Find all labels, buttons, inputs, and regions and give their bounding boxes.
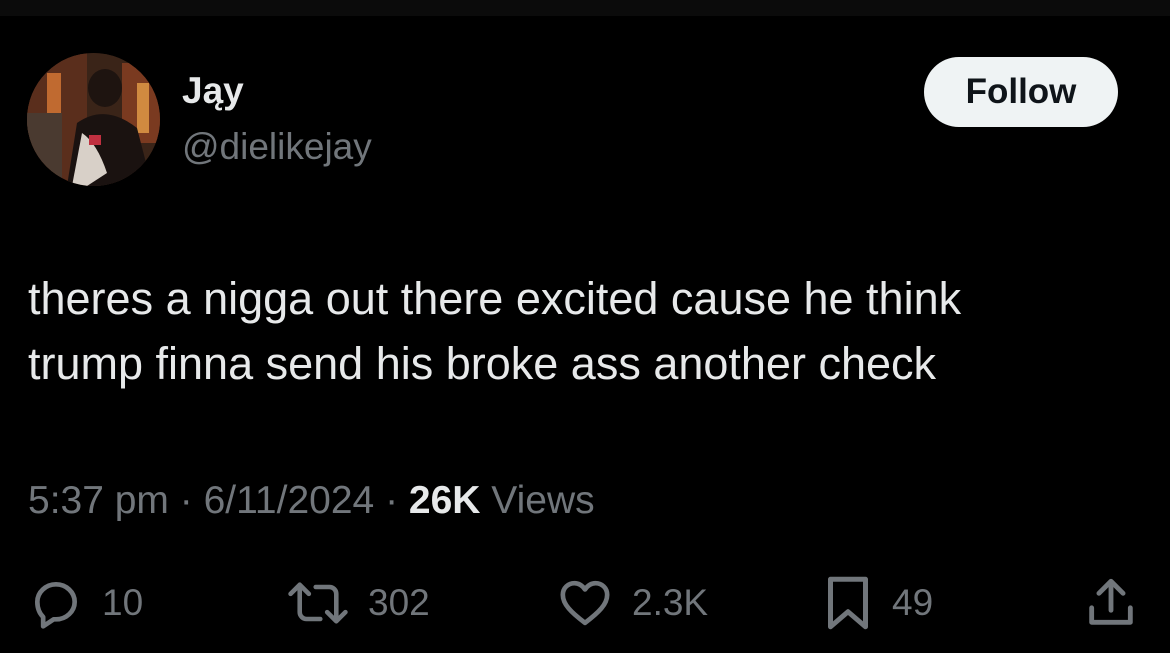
reply-icon: [28, 575, 84, 631]
tweet-date[interactable]: 6/11/2024: [204, 479, 375, 522]
tweet-text: theres a nigga out there excited cause h…: [28, 266, 1138, 396]
views-count: 26K: [408, 479, 481, 522]
repost-count: 302: [368, 582, 430, 623]
avatar[interactable]: [27, 53, 160, 186]
repost-icon: [286, 575, 350, 631]
reply-button[interactable]: 10: [28, 575, 143, 631]
meta-separator: ·: [179, 479, 193, 522]
tweet-text-line: trump finna send his broke ass another c…: [28, 338, 936, 389]
top-strip: [0, 0, 1170, 16]
follow-button[interactable]: Follow: [924, 57, 1118, 127]
display-name[interactable]: Jąy: [182, 72, 244, 109]
heart-icon: [556, 575, 614, 631]
repost-button[interactable]: 302: [286, 575, 430, 631]
share-icon: [1082, 574, 1140, 632]
tweet-time[interactable]: 5:37 pm: [28, 479, 169, 522]
views-label: Views: [491, 479, 595, 522]
like-count: 2.3K: [632, 582, 709, 623]
bookmark-count: 49: [892, 582, 934, 623]
share-button[interactable]: [1082, 575, 1140, 631]
avatar-photo: [27, 53, 160, 186]
tweet-meta: 5:37 pm · 6/11/2024 · 26K Views: [28, 480, 595, 522]
reply-count: 10: [102, 582, 144, 623]
bookmark-button[interactable]: 49: [822, 575, 933, 631]
bookmark-icon: [822, 573, 874, 633]
tweet-text-line: theres a nigga out there excited cause h…: [28, 273, 962, 324]
like-button[interactable]: 2.3K: [556, 575, 708, 631]
meta-separator: ·: [385, 479, 399, 522]
user-handle[interactable]: @dielikejay: [182, 128, 372, 165]
